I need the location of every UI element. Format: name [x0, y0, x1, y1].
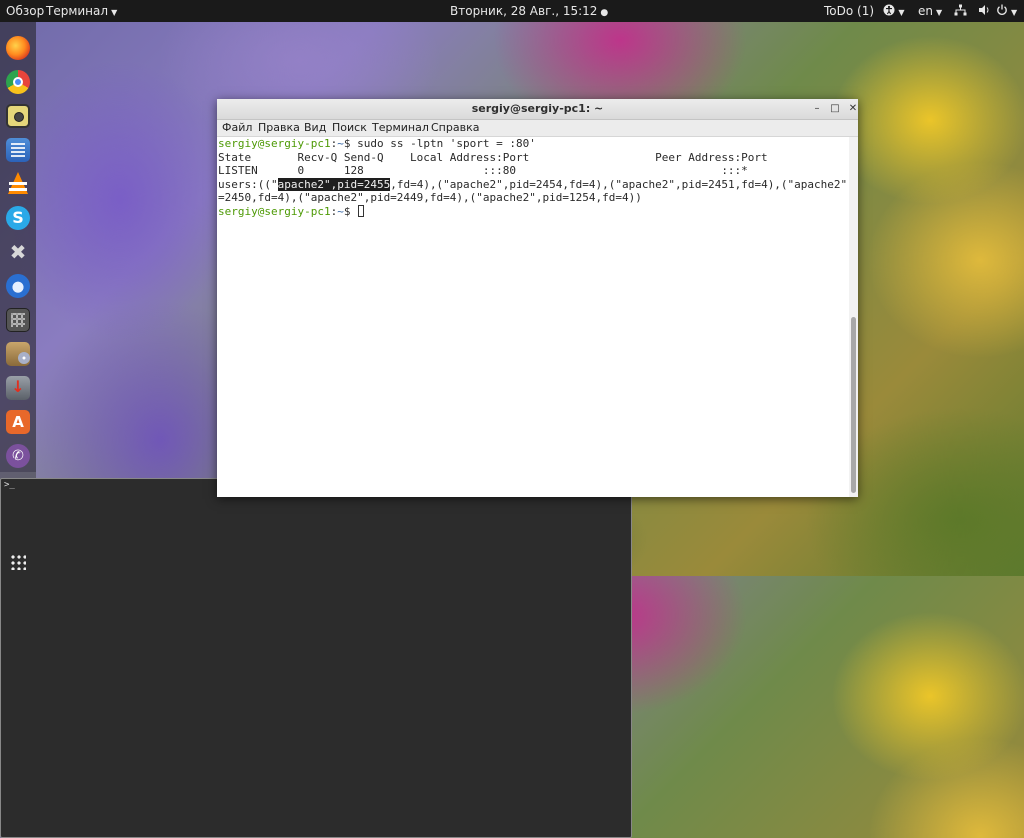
menu-bar: Файл Правка Вид Поиск Терминал Справка	[217, 120, 858, 137]
maximize-icon[interactable]: □	[827, 101, 843, 117]
software-store-icon[interactable]: A	[6, 410, 30, 434]
menu-search[interactable]: Поиск	[332, 120, 367, 136]
output-header: State Recv-Q Send-Q Local Address:Port P…	[218, 150, 768, 164]
disc-icon[interactable]	[6, 342, 30, 366]
power-icon[interactable]: ▼	[996, 0, 1020, 22]
window-title: sergiy@sergiy-pc1: ~	[471, 102, 604, 115]
todo-indicator[interactable]: ToDo (1)	[824, 0, 874, 22]
command-line: sergiy@sergiy-pc1:~$ sudo ss -lptn 'spor…	[218, 137, 536, 151]
menu-view[interactable]: Вид	[304, 120, 326, 136]
chevron-down-icon: ▼	[898, 8, 905, 17]
output-row: LISTEN 0 128 :::80 :::*	[218, 164, 748, 177]
viber-icon[interactable]: ✆	[6, 444, 30, 468]
volume-icon[interactable]	[978, 0, 994, 22]
terminal-icon[interactable]: >_	[0, 478, 632, 838]
accessibility-icon[interactable]: ▼	[882, 0, 906, 22]
menu-edit[interactable]: Правка	[258, 120, 300, 136]
prompt-user: sergiy@sergiy-pc1	[218, 137, 331, 150]
audio-player-icon[interactable]	[6, 104, 30, 128]
scrollbar[interactable]	[849, 137, 858, 497]
clock-button[interactable]: Вторник, 28 Авг., 15:12 ●	[450, 0, 608, 22]
prompt-path: ~	[337, 137, 344, 150]
prompt-path: ~	[337, 204, 344, 218]
activities-button[interactable]: Обзор	[6, 0, 44, 22]
dock: S ✖ A ✆ >_	[0, 22, 632, 838]
installer-icon[interactable]	[6, 376, 30, 400]
thunderbird-icon[interactable]	[6, 274, 30, 298]
prompt-line: sergiy@sergiy-pc1:~$	[218, 204, 365, 219]
users-rest: ,fd=4),("apache2",pid=2454,fd=4),("apach…	[390, 177, 849, 191]
minimize-icon[interactable]: –	[809, 101, 825, 117]
selected-text[interactable]: apache2",pid=2455	[277, 177, 391, 191]
menu-file[interactable]: Файл	[222, 120, 252, 136]
firefox-icon[interactable]	[6, 36, 30, 60]
clock-label: Вторник, 28 Авг., 15:12	[450, 4, 598, 18]
skype-icon[interactable]: S	[6, 206, 30, 230]
chrome-icon[interactable]	[6, 70, 30, 94]
chevron-down-icon: ▼	[1011, 8, 1018, 17]
terminal-output[interactable]: sergiy@sergiy-pc1:~$ sudo ss -lptn 'spor…	[217, 137, 849, 497]
vlc-icon[interactable]	[6, 172, 30, 196]
settings-tools-icon[interactable]: ✖	[6, 240, 30, 264]
show-applications-icon[interactable]	[6, 550, 30, 574]
app-menu-label: Терминал	[46, 4, 109, 18]
output-users-line-1: users:(("apache2",pid=2455,fd=4),("apach…	[218, 177, 849, 192]
users-prefix: users:(("	[218, 177, 278, 191]
prompt-end: $	[343, 204, 358, 218]
top-bar: Обзор Терминал ▼ Вторник, 28 Авг., 15:12 ●…	[0, 0, 1024, 22]
command-text: sudo ss -lptn 'sport = :80'	[357, 137, 536, 150]
output-users-line-2: =2450,fd=4),("apache2",pid=2449,fd=4),("…	[218, 191, 642, 204]
terminal-window: sergiy@sergiy-pc1: ~ – □ ✕ Файл Правка В…	[217, 99, 858, 497]
calculator-icon[interactable]	[6, 308, 30, 332]
language-selector[interactable]: en ▼	[918, 0, 942, 22]
scrollbar-thumb[interactable]	[851, 317, 856, 493]
close-icon[interactable]: ✕	[845, 101, 861, 117]
text-cursor	[358, 204, 365, 217]
menu-terminal[interactable]: Терминал	[372, 120, 429, 136]
chevron-down-icon: ▼	[111, 8, 118, 17]
notification-dot-icon: ●	[600, 8, 609, 18]
chevron-down-icon: ▼	[936, 8, 943, 17]
network-icon[interactable]	[954, 0, 980, 22]
language-label: en	[918, 4, 933, 18]
prompt-user: sergiy@sergiy-pc1	[218, 204, 331, 218]
menu-help[interactable]: Справка	[431, 120, 479, 136]
app-menu-button[interactable]: Терминал ▼	[46, 0, 117, 22]
window-titlebar[interactable]: sergiy@sergiy-pc1: ~ – □ ✕	[217, 99, 858, 120]
files-icon[interactable]	[6, 138, 30, 162]
prompt-end: $	[343, 137, 358, 150]
